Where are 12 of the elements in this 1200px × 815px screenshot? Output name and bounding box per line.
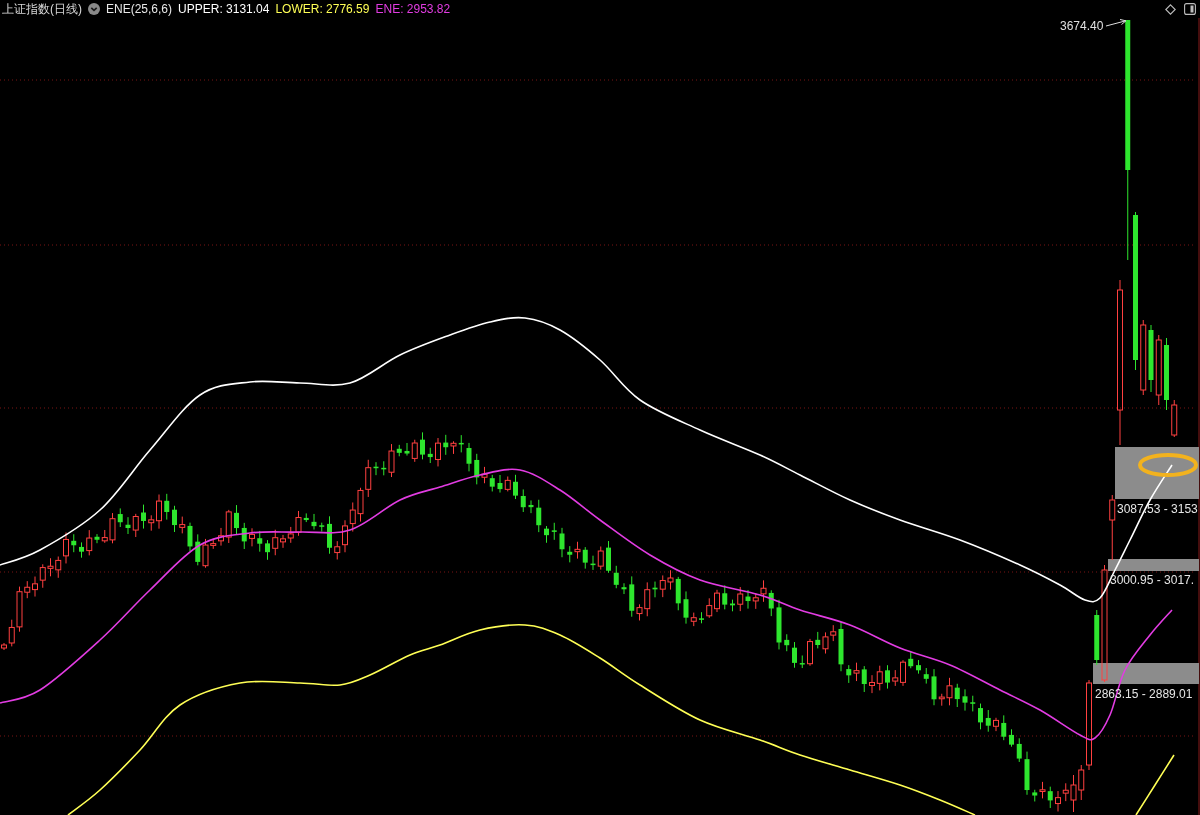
high-price-label: 3674.40: [1060, 19, 1104, 33]
panel-toggle-icon[interactable]: [1184, 3, 1196, 15]
indicator-reading: UPPER: 3131.04: [178, 2, 270, 16]
indicator-reading: ENE: 2953.82: [375, 2, 451, 16]
chevron-down-icon[interactable]: [88, 3, 100, 15]
price-range-label: 3000.95 - 3017.: [1110, 573, 1195, 587]
index-title: 上证指数(日线): [2, 2, 82, 16]
highlight-oval: [1138, 453, 1198, 477]
indicator-name: ENE(25,6,6): [106, 2, 173, 16]
indicator-reading: LOWER: 2776.59: [275, 2, 370, 16]
diamond-icon[interactable]: [1165, 3, 1176, 15]
leader-arrow: [1105, 19, 1127, 27]
